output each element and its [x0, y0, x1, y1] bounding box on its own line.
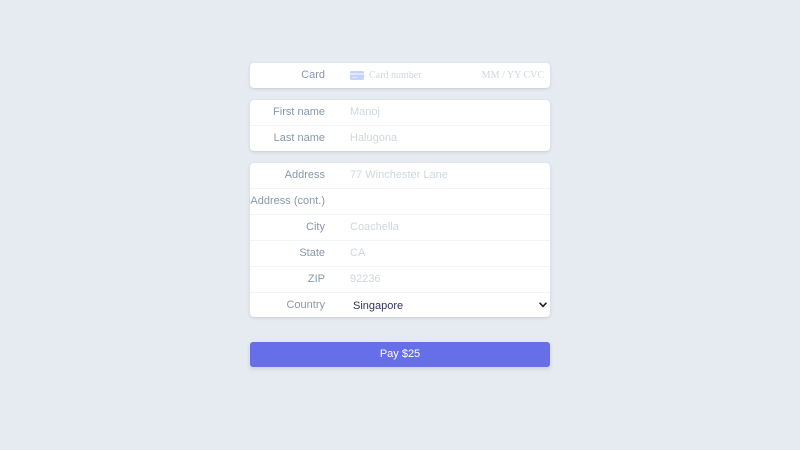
state-row: State — [250, 241, 550, 267]
zip-input[interactable] — [350, 267, 545, 292]
last-name-input[interactable] — [350, 126, 545, 151]
card-label: Card — [301, 69, 325, 81]
state-input[interactable] — [350, 241, 545, 266]
country-label: Country — [286, 299, 325, 311]
address-group: Address Address (cont.) City State ZIP C… — [250, 163, 550, 317]
address-row: Address — [250, 163, 550, 189]
name-group: First name Last name — [250, 100, 550, 151]
credit-card-icon — [350, 71, 364, 80]
address-cont-label: Address (cont.) — [250, 195, 325, 207]
card-group: Card Card number MM / YY CVC — [250, 63, 550, 88]
zip-label: ZIP — [307, 273, 325, 285]
first-name-label: First name — [273, 106, 325, 118]
country-row: Country Singapore — [250, 293, 550, 317]
last-name-label: Last name — [273, 132, 325, 144]
card-expiry-cvc-input[interactable]: MM / YY CVC — [482, 63, 544, 88]
first-name-input[interactable] — [350, 100, 545, 125]
pay-button[interactable]: Pay $25 — [250, 342, 550, 367]
address-cont-input[interactable] — [350, 189, 545, 214]
country-select[interactable]: Singapore — [350, 293, 550, 317]
address-cont-row: Address (cont.) — [250, 189, 550, 215]
state-label: State — [299, 247, 325, 259]
first-name-row: First name — [250, 100, 550, 126]
last-name-row: Last name — [250, 126, 550, 151]
city-label: City — [306, 221, 325, 233]
address-input[interactable] — [350, 163, 545, 188]
city-input[interactable] — [350, 215, 545, 240]
card-number-input[interactable]: Card number — [369, 63, 422, 88]
zip-row: ZIP — [250, 267, 550, 293]
city-row: City — [250, 215, 550, 241]
country-select-value: Singapore — [353, 300, 404, 312]
card-row: Card Card number MM / YY CVC — [250, 63, 550, 88]
chevron-down-icon — [539, 302, 547, 308]
address-label: Address — [284, 169, 325, 181]
